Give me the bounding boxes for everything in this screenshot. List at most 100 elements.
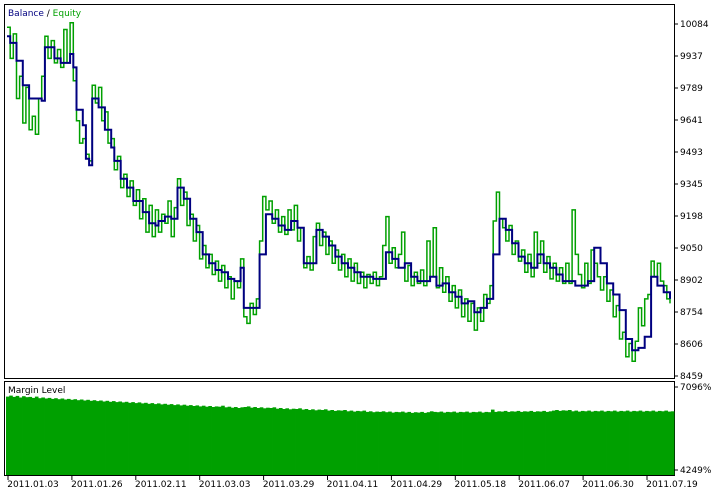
margin-bar xyxy=(609,411,614,475)
margin-bar xyxy=(526,411,530,475)
margin-bar xyxy=(86,399,90,475)
x-tick-label: 2011.01.26 xyxy=(71,480,123,489)
margin-bar xyxy=(54,398,58,475)
margin-bar xyxy=(629,411,633,475)
margin-bar xyxy=(140,403,145,475)
margin-bar xyxy=(551,410,556,475)
margin-bar xyxy=(481,412,485,475)
margin-bar xyxy=(134,403,139,475)
margin-bar xyxy=(304,409,309,475)
margin-bar xyxy=(513,411,518,475)
margin-bar xyxy=(307,410,312,475)
margin-bar xyxy=(44,398,49,475)
margin-bar xyxy=(532,411,537,475)
margin-bar xyxy=(108,401,113,475)
margin-bar xyxy=(147,403,151,475)
margin-bar xyxy=(224,407,228,475)
margin-bar xyxy=(503,410,508,475)
x-axis: 2011.01.03 2011.01.26 2011.02.11 2011.03.03… xyxy=(7,476,698,489)
margin-bar xyxy=(465,411,469,475)
margin-bar xyxy=(192,406,196,475)
margin-bar xyxy=(83,400,87,475)
legend: Balance / Equity xyxy=(8,9,82,19)
margin-bar xyxy=(413,412,418,475)
margin-bar xyxy=(603,411,607,475)
margin-bar xyxy=(67,398,71,475)
margin-bar xyxy=(128,402,132,475)
main-y-axis: 10084 9937 9789 9641 9493 9345 9198 9050 8902 875… xyxy=(674,20,709,382)
margin-bar xyxy=(471,411,476,475)
margin-bar xyxy=(285,408,290,475)
margin-bar xyxy=(144,402,148,475)
margin-bar xyxy=(12,396,17,475)
margin-bar xyxy=(397,412,402,475)
margin-bar xyxy=(230,407,235,475)
x-tick-label: 2011.06.30 xyxy=(582,480,634,489)
margin-bar xyxy=(577,411,582,475)
margin-bar xyxy=(641,411,646,475)
y-tick-label: 9198 xyxy=(680,212,703,222)
margin-bar xyxy=(70,399,74,475)
margin-bar xyxy=(73,399,78,475)
margin-bar xyxy=(423,412,428,475)
margin-bar xyxy=(468,412,473,475)
margin-bar xyxy=(237,408,241,475)
margin-bar xyxy=(189,405,193,475)
margin-bar xyxy=(333,410,338,475)
margin-bar xyxy=(645,410,649,475)
x-tick-label: 2011.07.19 xyxy=(646,480,698,489)
margin-bar xyxy=(564,410,569,475)
margin-bar xyxy=(584,411,588,475)
margin-bar xyxy=(22,396,26,475)
margin-bar xyxy=(388,411,392,475)
margin-bar xyxy=(535,411,540,475)
y-tick-label: 9789 xyxy=(680,84,703,94)
margin-bar xyxy=(327,410,331,475)
y-tick-label: 9345 xyxy=(680,180,703,190)
x-tick-label: 2011.03.03 xyxy=(199,480,251,489)
margin-bar xyxy=(6,396,10,475)
margin-bar xyxy=(176,404,180,475)
margin-bar xyxy=(301,409,306,475)
margin-bar xyxy=(449,412,453,475)
margin-bar xyxy=(593,410,598,475)
margin-bar xyxy=(15,395,20,475)
margin-bar xyxy=(201,405,206,475)
margin-bar xyxy=(185,405,190,475)
margin-bar xyxy=(478,411,482,475)
margin-bar xyxy=(102,401,106,475)
margin-bar xyxy=(455,412,460,475)
margin-bar xyxy=(654,411,659,475)
margin-bar xyxy=(115,402,119,475)
margin-bar xyxy=(625,410,630,475)
x-tick-label: 2011.04.11 xyxy=(327,480,379,489)
margin-bar xyxy=(256,408,261,475)
margin-bar xyxy=(407,411,412,475)
margin-bar xyxy=(458,411,463,475)
x-tick-label: 2011.06.07 xyxy=(518,480,570,489)
margin-bar xyxy=(462,412,466,475)
margin-bar xyxy=(195,405,200,475)
margin-bar xyxy=(179,405,184,475)
margin-bar xyxy=(494,411,498,475)
y-tick-label: 10084 xyxy=(680,20,709,30)
margin-bar xyxy=(298,408,302,475)
margin-bar xyxy=(452,411,457,475)
margin-bar xyxy=(99,400,103,475)
margin-bar xyxy=(420,411,424,475)
margin-bar xyxy=(417,412,421,475)
margin-bar xyxy=(391,412,395,475)
margin-bar xyxy=(221,405,225,475)
margin-bar xyxy=(401,411,405,475)
margin-bar xyxy=(60,398,65,475)
margin-bar xyxy=(580,410,585,475)
margin-bar xyxy=(378,411,383,475)
x-tick-label: 2011.04.29 xyxy=(391,480,443,489)
margin-bar xyxy=(587,410,591,475)
margin-bar xyxy=(368,411,373,475)
margin-bar xyxy=(269,408,273,475)
margin-bar xyxy=(137,402,142,475)
margin-bar xyxy=(651,410,656,475)
margin-bar xyxy=(661,411,665,475)
margin-bar xyxy=(561,410,566,475)
